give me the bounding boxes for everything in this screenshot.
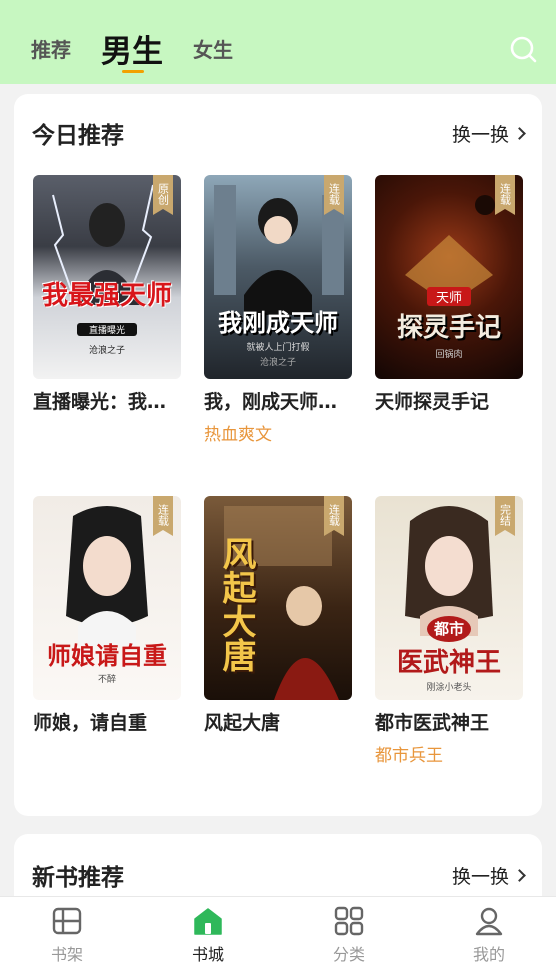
- book-item[interactable]: 我刚成天师 就被人上门打假 沧浪之子 连载 我，刚成天师就被人上门打假 热血爽文: [204, 175, 352, 445]
- refresh-label: 换一换: [451, 124, 509, 146]
- book-cover[interactable]: 天师 探灵手记 回锅肉 连载: [375, 175, 523, 379]
- cover-title: 师娘请自重: [47, 641, 167, 670]
- book-title: 天师探灵手记: [375, 391, 490, 413]
- cover-author: 沧浪之子: [88, 346, 125, 356]
- tab-male[interactable]: 男生: [101, 26, 163, 71]
- status-badge: 原创: [153, 175, 173, 215]
- nav-label: 书架: [50, 945, 83, 964]
- nav-label: 分类: [332, 945, 365, 964]
- search-icon[interactable]: [508, 34, 538, 64]
- book-cover[interactable]: 风起大唐 连载: [204, 496, 352, 700]
- cover-title: 我刚成天师: [218, 308, 338, 337]
- section-title: 今日推荐: [32, 123, 124, 149]
- book-cover[interactable]: 师娘请自重 不醉 连载: [33, 496, 181, 700]
- book-item[interactable]: 天师 探灵手记 回锅肉 连载 天师探灵手记: [375, 175, 523, 414]
- nav-category[interactable]: 分类: [309, 905, 389, 965]
- cover-author: 刚涂小老头: [426, 683, 472, 693]
- book-item[interactable]: 风起大唐 连载 风起大唐: [204, 496, 352, 735]
- cover-subtitle: 都市: [427, 616, 471, 642]
- bottom-nav: 书架 书城 分类 我的: [0, 896, 556, 969]
- cover-title: 风起大唐: [216, 536, 256, 672]
- refresh-button[interactable]: 换一换: [451, 120, 526, 147]
- cover-subtitle: 天师: [427, 287, 471, 306]
- book-title: 师娘，请自重: [33, 712, 148, 734]
- status-badge: 连载: [324, 175, 344, 215]
- nav-label: 书城: [191, 945, 224, 964]
- book-title: 我，刚成天师就被人上门打假: [204, 391, 352, 413]
- cover-title: 医武神王: [396, 648, 501, 678]
- nav-label: 我的: [472, 945, 505, 964]
- cover-author: 沧浪之子: [259, 358, 296, 368]
- refresh-button[interactable]: 换一换: [451, 862, 526, 889]
- nav-profile[interactable]: 我的: [449, 905, 529, 965]
- bookshelf-icon: [52, 907, 82, 935]
- chevron-right-icon: [513, 127, 526, 140]
- section-title: 新书推荐: [32, 865, 124, 891]
- book-cover[interactable]: 我刚成天师 就被人上门打假 沧浪之子 连载: [204, 175, 352, 379]
- book-item[interactable]: 我最强天师 直播曝光 沧浪之子 原创 直播曝光：我最强天师: [33, 175, 181, 414]
- book-title: 直播曝光：我最强天师: [33, 391, 181, 413]
- nav-store[interactable]: 书城: [168, 905, 248, 965]
- book-item[interactable]: 师娘请自重 不醉 连载 师娘，请自重: [33, 496, 181, 735]
- book-tag: 热血爽文: [204, 425, 272, 445]
- book-title: 风起大唐: [204, 712, 281, 734]
- store-icon: [194, 908, 222, 935]
- active-tab-indicator: [122, 70, 144, 73]
- tab-female[interactable]: 女生: [193, 34, 233, 63]
- profile-icon: [475, 907, 503, 936]
- book-title: 都市医武神王: [375, 712, 490, 734]
- book-cover[interactable]: 都市 医武神王 刚涂小老头 完结: [375, 496, 523, 700]
- status-badge: 连载: [495, 175, 515, 215]
- book-tag: 都市兵王: [375, 746, 443, 766]
- nav-bookshelf[interactable]: 书架: [27, 905, 107, 965]
- cover-title: 我最强天师: [41, 281, 172, 311]
- status-badge: 完结: [495, 496, 515, 536]
- book-cover[interactable]: 我最强天师 直播曝光 沧浪之子 原创: [33, 175, 181, 379]
- category-icon: [334, 906, 364, 936]
- status-badge: 连载: [324, 496, 344, 536]
- top-header: 推荐 男生 女生: [0, 0, 556, 84]
- refresh-label: 换一换: [451, 866, 509, 888]
- cover-title: 探灵手记: [396, 313, 501, 343]
- cover-subtitle: 直播曝光: [77, 323, 137, 336]
- tab-recommend[interactable]: 推荐: [31, 34, 71, 63]
- cover-subtitle: 就被人上门打假: [246, 343, 310, 353]
- status-badge: 连载: [153, 496, 173, 536]
- chevron-right-icon: [513, 869, 526, 882]
- book-item[interactable]: 都市 医武神王 刚涂小老头 完结 都市医武神王 都市兵王: [375, 496, 523, 766]
- cover-author: 回锅肉: [435, 350, 463, 360]
- cover-author: 不醉: [97, 675, 116, 685]
- today-recommend-section: 今日推荐 换一换 我最强天师 直播曝光 沧浪之子 原创 直播曝光：我最强天师: [14, 94, 542, 816]
